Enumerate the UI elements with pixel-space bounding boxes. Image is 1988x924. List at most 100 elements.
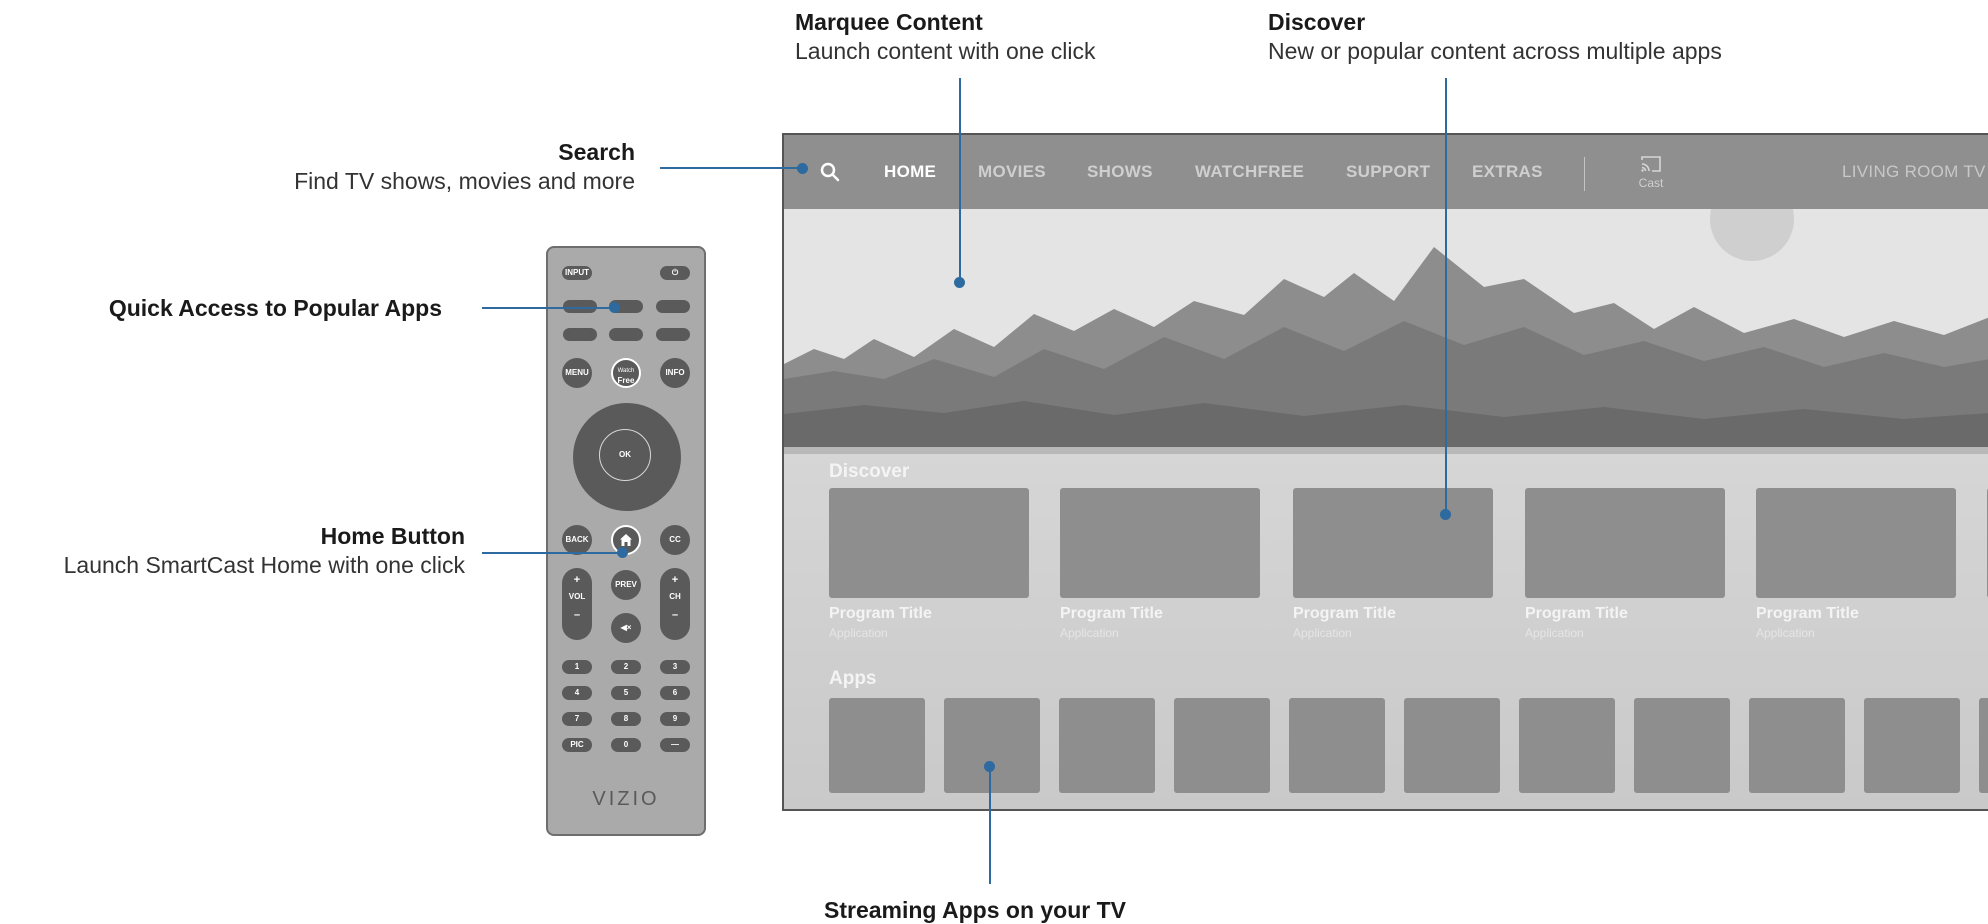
device-name: LIVING ROOM TV	[1842, 162, 1986, 181]
marquee-callout-title: Marquee Content	[795, 9, 983, 35]
ok-button[interactable]: OK	[599, 429, 651, 481]
keypad-button[interactable]: PIC	[562, 738, 592, 752]
nav-watchfree[interactable]: WATCHFREE	[1195, 162, 1304, 182]
input-button[interactable]: INPUT	[562, 266, 592, 280]
keypad-button[interactable]: 8	[611, 712, 641, 726]
apps-section-label: Apps	[829, 668, 877, 689]
discover-card-application: Application	[1293, 626, 1352, 640]
nav-home[interactable]: HOME	[884, 162, 936, 182]
menu-button[interactable]: MENU	[562, 358, 592, 388]
prev-button[interactable]: PREV	[611, 570, 641, 600]
app-tile[interactable]	[1289, 698, 1385, 793]
discover-callout-dot	[1440, 509, 1451, 520]
discover-card-application: Application	[1060, 626, 1119, 640]
app-tile[interactable]	[829, 698, 925, 793]
dpad[interactable]: OK	[573, 403, 681, 511]
app-tile[interactable]	[944, 698, 1040, 793]
search-callout-dot	[797, 163, 808, 174]
search-callout-title: Search	[558, 139, 635, 165]
volume-up-label: +	[573, 574, 581, 586]
tv-nav-bar: HOME MOVIES SHOWS WATCHFREE SUPPORT EXTR…	[784, 135, 1988, 209]
discover-callout-title: Discover	[1268, 9, 1366, 35]
volume-down-label: –	[573, 609, 581, 621]
marquee-callout-dot	[954, 277, 965, 288]
discover-section-label: Discover	[829, 461, 910, 482]
app-shortcut-button[interactable]	[609, 328, 643, 341]
app-tile[interactable]	[1979, 698, 1988, 793]
vizio-logo: VIZIO	[592, 788, 660, 810]
channel-up-label: +	[671, 574, 679, 586]
discover-card-title: Program Title	[1293, 605, 1396, 622]
cast-icon	[1641, 156, 1661, 172]
keypad-button[interactable]: 6	[660, 686, 690, 700]
keypad-button[interactable]: 5	[611, 686, 641, 700]
volume-label: VOL	[568, 592, 586, 601]
app-tile[interactable]	[1749, 698, 1845, 793]
discover-card-application: Application	[829, 626, 888, 640]
info-button[interactable]: INFO	[660, 358, 690, 388]
app-tile[interactable]	[1059, 698, 1155, 793]
discover-card-title: Program Title	[1525, 605, 1628, 622]
cast-label: Cast	[1638, 176, 1664, 190]
keypad-button[interactable]: 3	[660, 660, 690, 674]
quick-access-callout: Quick Access to Popular Apps	[109, 294, 442, 322]
remote-control: INPUT ⏻ MENU Watch Free INFO OK BACK CC …	[546, 246, 706, 836]
app-tile[interactable]	[1174, 698, 1270, 793]
quick-access-callout-dot	[609, 302, 620, 313]
keypad-button[interactable]: 1	[562, 660, 592, 674]
back-button[interactable]: BACK	[562, 525, 592, 555]
tv-screen: HOME MOVIES SHOWS WATCHFREE SUPPORT EXTR…	[782, 133, 1988, 811]
volume-rocker[interactable]: + VOL –	[562, 568, 592, 640]
marquee-hero[interactable]	[784, 209, 1988, 454]
keypad-button[interactable]: 9	[660, 712, 690, 726]
discover-card-title: Program Title	[1060, 605, 1163, 622]
discover-card-thumbnail[interactable]	[1060, 488, 1260, 598]
app-shortcut-button[interactable]	[656, 300, 690, 313]
channel-rocker[interactable]: + CH –	[660, 568, 690, 640]
mute-button[interactable]: ◀×	[611, 613, 641, 643]
home-button-callout-subtitle: Launch SmartCast Home with one click	[63, 552, 465, 578]
nav-extras[interactable]: EXTRAS	[1472, 162, 1543, 182]
marquee-callout-subtitle: Launch content with one click	[795, 38, 1096, 64]
discover-callout-line	[1445, 78, 1447, 514]
home-button-callout-line	[482, 552, 622, 554]
nav-shows[interactable]: SHOWS	[1087, 162, 1153, 182]
keypad-button[interactable]: 0	[611, 738, 641, 752]
power-button[interactable]: ⏻	[660, 266, 690, 280]
quick-access-callout-line	[482, 307, 614, 309]
app-tile[interactable]	[1404, 698, 1500, 793]
search-callout-subtitle: Find TV shows, movies and more	[294, 168, 635, 194]
quick-access-callout-title: Quick Access to Popular Apps	[108, 295, 442, 321]
keypad-button[interactable]: 4	[562, 686, 592, 700]
nav-support[interactable]: SUPPORT	[1346, 162, 1430, 182]
mountain-landscape-image	[784, 209, 1988, 454]
app-shortcut-button[interactable]	[656, 328, 690, 341]
app-tile[interactable]	[1864, 698, 1960, 793]
watchfree-bottom-label: Free	[617, 376, 635, 385]
keypad-button[interactable]: 2	[611, 660, 641, 674]
app-shortcut-button[interactable]	[563, 328, 597, 341]
cast-button[interactable]: Cast	[1626, 155, 1676, 190]
discover-card-thumbnail[interactable]	[1293, 488, 1493, 598]
search-callout: Search Find TV shows, movies and more	[294, 138, 635, 196]
channel-down-label: –	[671, 609, 679, 621]
app-tile[interactable]	[1634, 698, 1730, 793]
app-tile[interactable]	[1519, 698, 1615, 793]
home-button-callout-dot	[617, 547, 628, 558]
watchfree-button[interactable]: Watch Free	[611, 358, 641, 388]
streaming-apps-callout: Streaming Apps on your TV	[824, 896, 1126, 924]
discover-card-title: Program Title	[829, 605, 932, 622]
search-icon[interactable]	[820, 162, 840, 182]
cc-button[interactable]: CC	[660, 525, 690, 555]
keypad-button[interactable]: 7	[562, 712, 592, 726]
discover-card-title: Program Title	[1756, 605, 1859, 622]
discover-callout: Discover New or popular content across m…	[1268, 8, 1722, 66]
discover-card-application: Application	[1525, 626, 1584, 640]
discover-card-thumbnail[interactable]	[829, 488, 1029, 598]
home-icon	[620, 534, 632, 546]
discover-card-thumbnail[interactable]	[1756, 488, 1956, 598]
keypad-button[interactable]: —	[660, 738, 690, 752]
discover-card-thumbnail[interactable]	[1525, 488, 1725, 598]
nav-movies[interactable]: MOVIES	[978, 162, 1046, 182]
home-button-callout: Home Button Launch SmartCast Home with o…	[64, 522, 465, 580]
